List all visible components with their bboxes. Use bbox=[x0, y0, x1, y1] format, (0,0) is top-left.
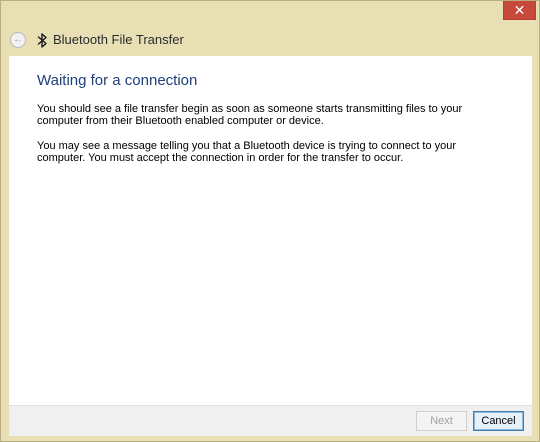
wizard-header: ← Bluetooth File Transfer bbox=[1, 27, 539, 53]
window-title: Bluetooth File Transfer bbox=[53, 32, 184, 47]
close-icon: ✕ bbox=[513, 2, 526, 18]
instruction-paragraph-2: You may see a message telling you that a… bbox=[37, 140, 457, 164]
content-panel: Waiting for a connection You should see … bbox=[9, 56, 532, 405]
page-heading: Waiting for a connection bbox=[37, 72, 198, 89]
close-button[interactable]: ✕ bbox=[503, 1, 536, 20]
bluetooth-transfer-window: ✕ ← Bluetooth File Transfer Waiting for … bbox=[0, 0, 540, 442]
title-bar: ✕ bbox=[1, 1, 539, 23]
next-button[interactable]: Next bbox=[416, 411, 467, 431]
back-arrow-icon: ← bbox=[13, 34, 23, 45]
bluetooth-icon bbox=[36, 32, 48, 48]
instruction-paragraph-1: You should see a file transfer begin as … bbox=[37, 103, 463, 127]
cancel-button[interactable]: Cancel bbox=[473, 411, 524, 431]
button-bar: Next Cancel bbox=[9, 405, 532, 436]
back-button[interactable]: ← bbox=[10, 32, 26, 48]
